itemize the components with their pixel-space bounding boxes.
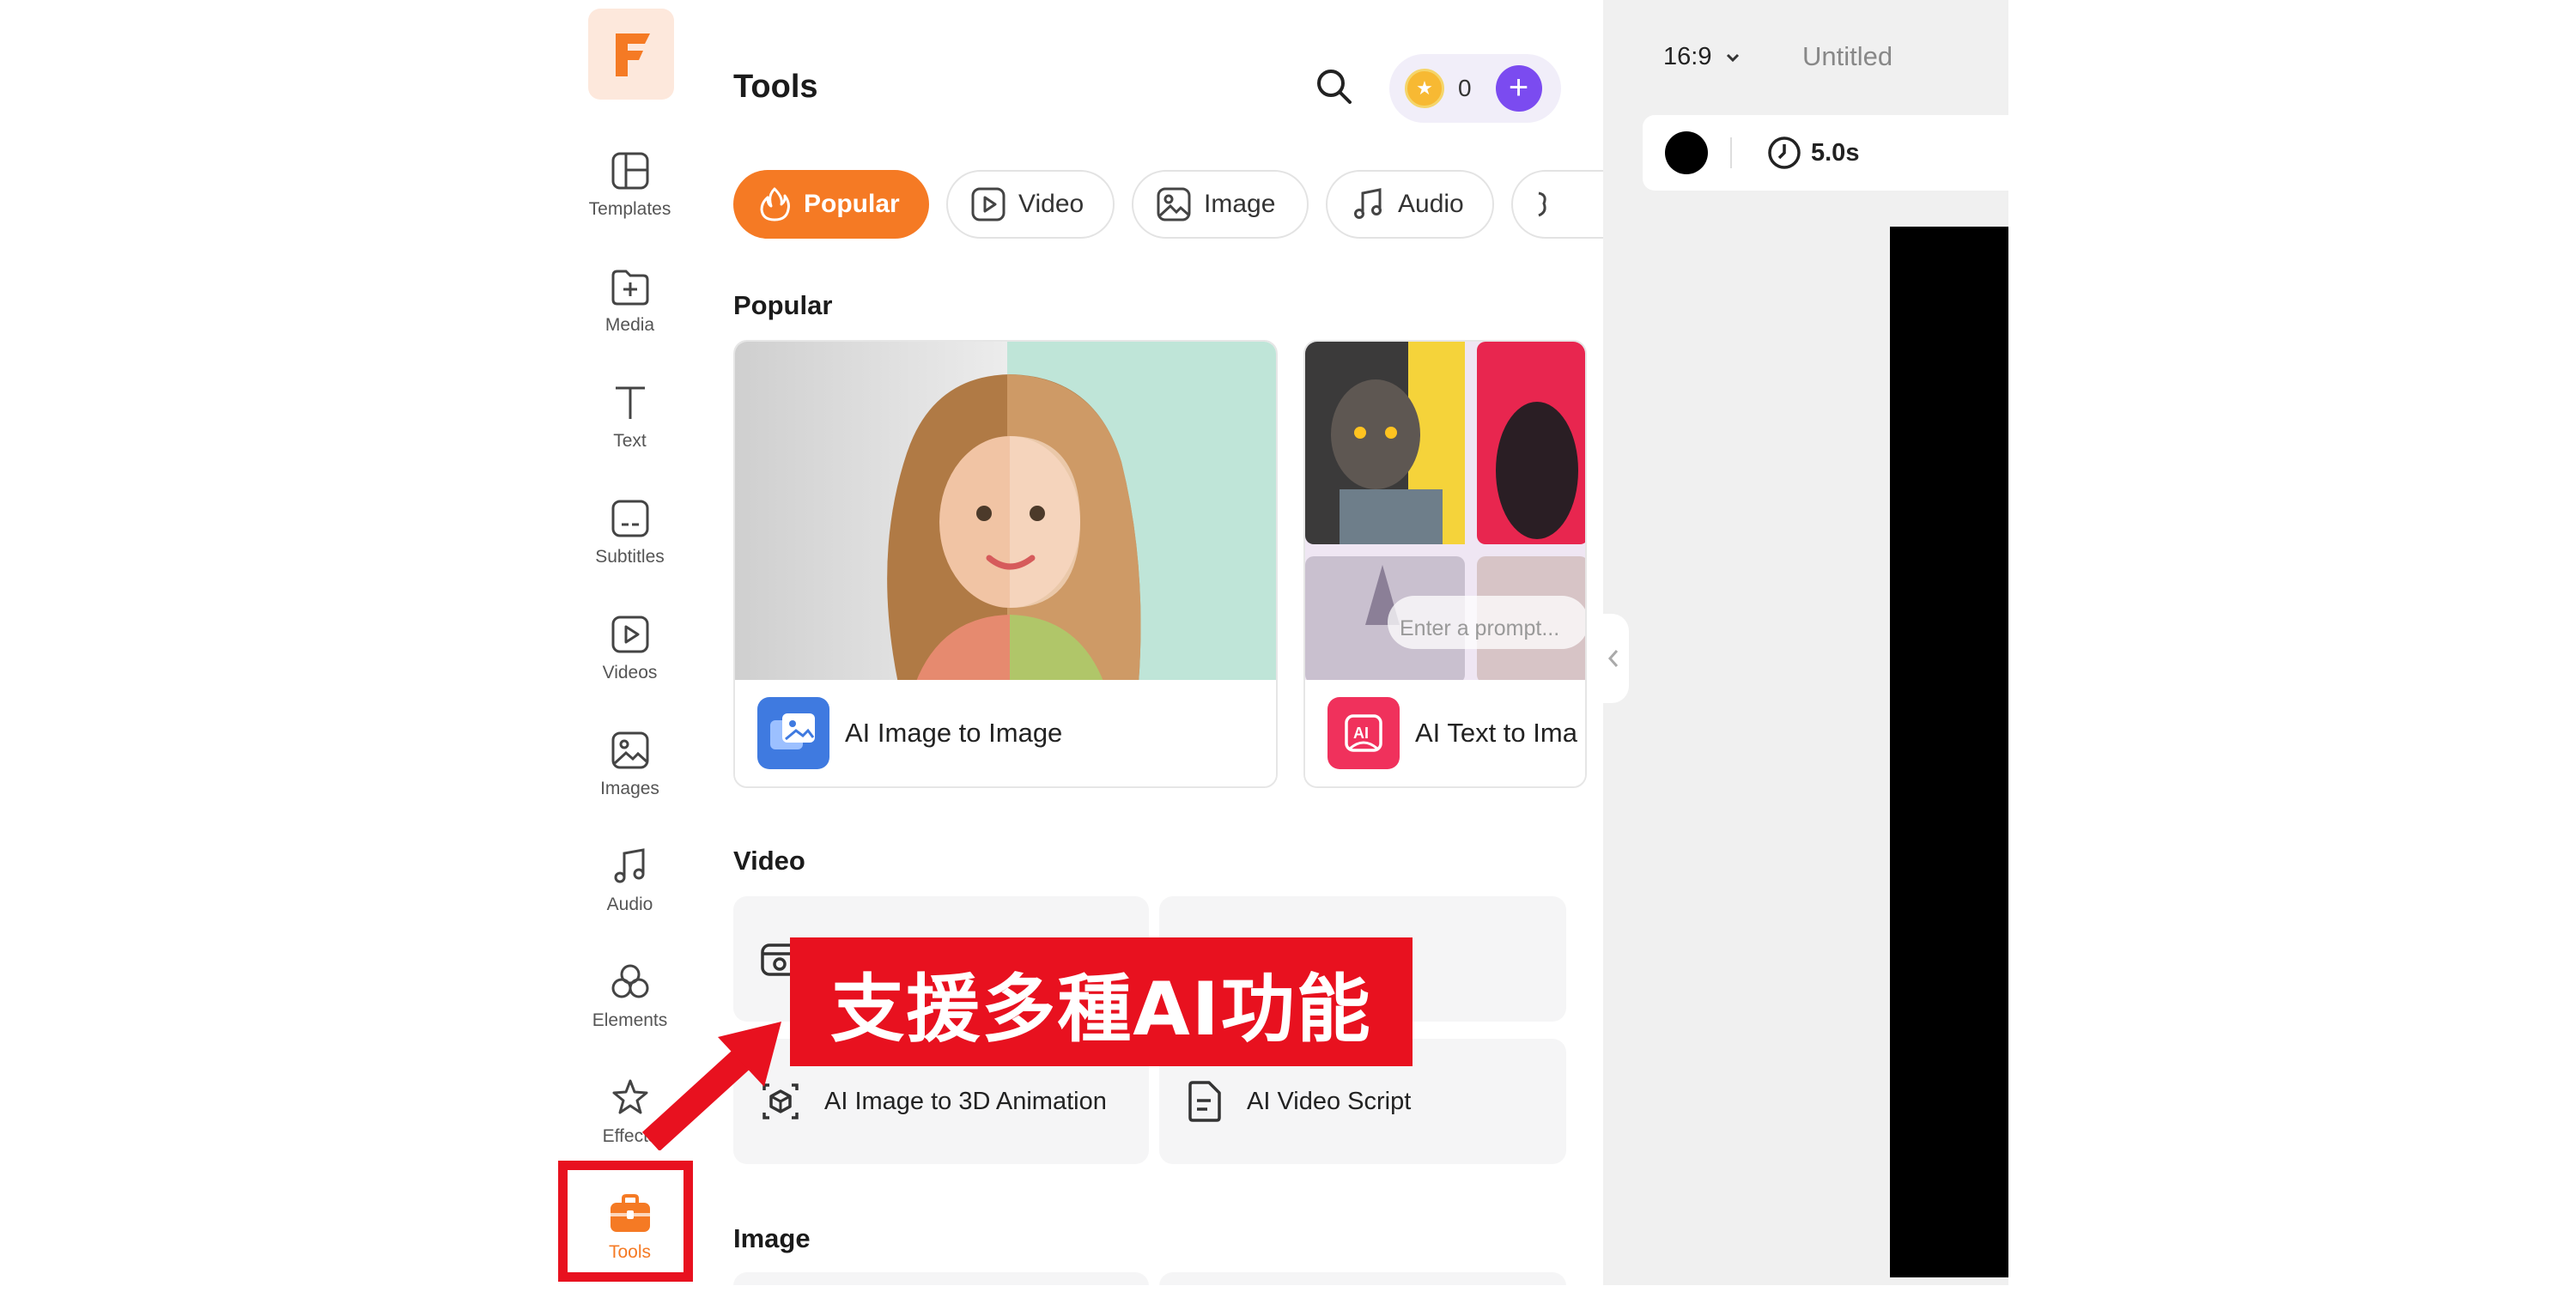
section-title-popular: Popular xyxy=(733,290,833,320)
section-title-video: Video xyxy=(733,846,805,876)
card-footer: AI Image to Image xyxy=(735,680,1276,786)
sidebar-item-label: Media xyxy=(605,315,655,335)
templates-icon xyxy=(611,152,648,190)
aspect-ratio-value: 16:9 xyxy=(1663,43,1712,70)
sidebar-item-media[interactable]: Media xyxy=(562,262,697,365)
duration-value: 5.0s xyxy=(1811,138,1860,167)
tool-card-ai-text-to-image[interactable]: Enter a prompt... AI AI Text to Ima xyxy=(1303,340,1587,788)
divider xyxy=(1730,137,1732,168)
prompt-placeholder: Enter a prompt... xyxy=(1400,616,1560,640)
sidebar-item-label: Subtitles xyxy=(595,547,665,567)
duration-control[interactable]: 5.0s xyxy=(1766,135,1859,171)
tool-tile-image-2[interactable] xyxy=(1159,1272,1566,1285)
sidebar-item-label: Audio xyxy=(606,895,653,914)
video-canvas-preview[interactable] xyxy=(1890,227,2008,1277)
svg-text:AI: AI xyxy=(1353,725,1369,742)
text-icon xyxy=(615,386,645,419)
annotation-banner: 支援多種AI功能 xyxy=(790,937,1413,1066)
sidebar-item-label: Text xyxy=(613,431,647,451)
tab-label: Popular xyxy=(804,190,900,218)
add-credits-button[interactable]: + xyxy=(1495,65,1542,112)
video-play-icon xyxy=(971,187,1005,221)
flame-icon xyxy=(760,187,790,221)
collapse-panel-button[interactable] xyxy=(1603,614,1629,703)
sidebar-item-videos[interactable]: Videos xyxy=(562,610,697,713)
chevron-left-icon xyxy=(1607,650,1619,667)
tools-panel: Tools ★ 0 + Popular Video Image Audio Po… xyxy=(697,0,1603,1285)
sidebar-item-audio[interactable]: Audio xyxy=(562,841,697,944)
annotation-text: 支援多種AI功能 xyxy=(830,966,1372,1052)
tool-label: AI Image to 3D Animation xyxy=(824,1087,1107,1115)
music-note-icon xyxy=(1354,188,1382,219)
tools-highlight-box xyxy=(558,1161,693,1282)
app-logo-icon xyxy=(616,33,650,76)
section-title-image: Image xyxy=(733,1223,811,1253)
background-color-swatch[interactable] xyxy=(1665,131,1708,174)
media-folder-icon xyxy=(611,270,648,306)
tab-audio[interactable]: Audio xyxy=(1326,170,1494,239)
subtitles-icon xyxy=(611,500,648,537)
sidebar-item-subtitles[interactable]: Subtitles xyxy=(562,494,697,597)
ai-text-to-image-icon: AI xyxy=(1327,697,1400,769)
image-icon xyxy=(611,731,648,769)
sidebar-item-text[interactable]: Text xyxy=(562,378,697,481)
editor-canvas-area: 16:9 Untitled 5.0s xyxy=(1603,0,2008,1285)
card-label: AI Text to Ima xyxy=(1415,718,1577,748)
project-title[interactable]: Untitled xyxy=(1802,41,1893,72)
tab-popular[interactable]: Popular xyxy=(733,170,929,239)
annotation-arrow xyxy=(641,1022,781,1150)
tool-card-ai-image-to-image[interactable]: AI Image to Image xyxy=(733,340,1278,788)
tab-image[interactable]: Image xyxy=(1132,170,1309,239)
clock-icon xyxy=(1768,136,1801,169)
aspect-ratio-select[interactable]: 16:9 xyxy=(1663,43,1744,71)
sidebar-item-templates[interactable]: Templates xyxy=(562,146,697,249)
card-footer: AI AI Text to Ima xyxy=(1305,680,1585,786)
video-play-icon xyxy=(611,616,648,653)
credit-count: 0 xyxy=(1458,75,1472,101)
app-logo[interactable] xyxy=(588,9,674,100)
tool-label: AI Video Script xyxy=(1247,1087,1412,1115)
credits-pill[interactable]: ★ 0 + xyxy=(1389,54,1561,123)
girl-portrait-thumbnail xyxy=(735,342,1276,683)
search-icon xyxy=(1317,70,1352,104)
more-category-icon xyxy=(1538,191,1546,217)
tab-more[interactable] xyxy=(1511,170,1603,239)
sidebar-item-label: Images xyxy=(600,779,659,798)
tool-tile-image-1[interactable] xyxy=(733,1272,1149,1285)
tab-video[interactable]: Video xyxy=(946,170,1115,239)
search-button[interactable] xyxy=(1313,65,1354,106)
coin-icon: ★ xyxy=(1405,69,1444,108)
music-note-icon xyxy=(614,848,644,883)
canvas-toolbar: 5.0s xyxy=(1643,115,2008,191)
sidebar-item-label: Templates xyxy=(588,199,671,219)
image-icon xyxy=(1157,187,1191,221)
script-document-icon xyxy=(1188,1081,1221,1122)
tab-label: Audio xyxy=(1398,190,1464,218)
card-label: AI Image to Image xyxy=(845,718,1063,748)
chevron-down-icon xyxy=(1727,53,1740,62)
sidebar-item-images[interactable]: Images xyxy=(562,725,697,828)
ai-image-to-image-icon xyxy=(757,697,829,769)
tab-label: Video xyxy=(1018,190,1084,218)
elements-shapes-icon xyxy=(611,964,648,998)
tab-label: Image xyxy=(1204,190,1276,218)
sidebar-item-label: Videos xyxy=(602,663,658,682)
page-title: Tools xyxy=(733,69,818,105)
